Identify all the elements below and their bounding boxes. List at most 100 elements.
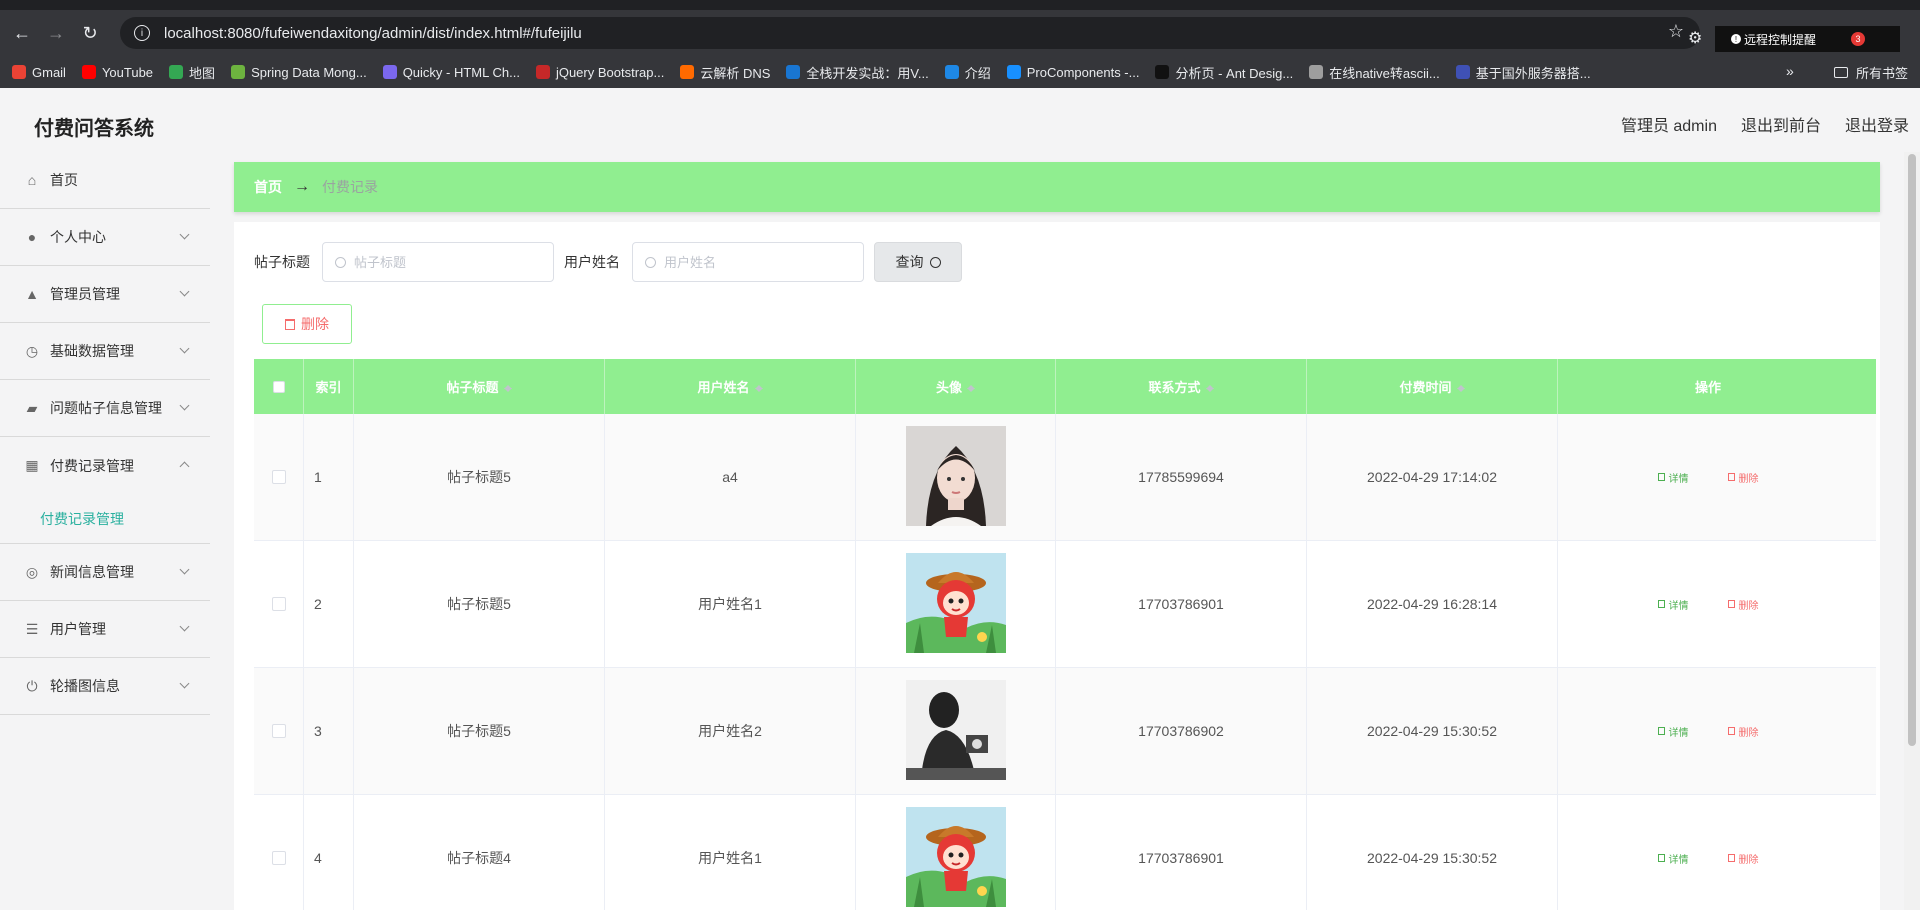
detail-label: 详情: [1668, 600, 1689, 612]
title-cell: 帖子标题5: [354, 541, 605, 667]
sort-icon[interactable]: [754, 381, 763, 393]
col-contact[interactable]: 联系方式: [1056, 359, 1307, 414]
table-row[interactable]: 2 帖子标题5 用户姓名1 17703786901 2022-04-29 16:28:1…: [254, 541, 1876, 668]
table-row[interactable]: 3 帖子标题5 用户姓名2 17703786902 2022-04-29 15:30:5…: [254, 668, 1876, 795]
query-button[interactable]: 查询: [874, 242, 962, 282]
breadcrumb-current: 付费记录: [322, 179, 378, 195]
bookmark-item[interactable]: 云解析 DNS: [680, 63, 770, 82]
chevron-down-icon: [179, 621, 190, 632]
col-username[interactable]: 用户姓名: [605, 359, 856, 414]
table-row[interactable]: 1 帖子标题5 a4 17785599694 2022-04-29 17:14:02 详情…: [254, 414, 1876, 541]
back-icon[interactable]: ←: [10, 21, 34, 45]
row-select-cell: [254, 414, 304, 540]
delete-button[interactable]: 删除: [1713, 460, 1773, 494]
avatar[interactable]: [905, 806, 1006, 910]
col-title[interactable]: 帖子标题: [354, 359, 605, 414]
page-scrollbar[interactable]: [1904, 152, 1920, 910]
sort-icon[interactable]: [503, 381, 512, 393]
sidebar-item-posts[interactable]: ▰ 问题帖子信息管理: [0, 380, 210, 437]
remote-badge: 3: [1851, 32, 1865, 46]
bookmark-item[interactable]: Quicky - HTML Ch...: [382, 63, 520, 82]
bookmark-item[interactable]: 全栈开发实战：用V...: [786, 63, 929, 82]
sidebar-item-label: 付费记录管理: [50, 457, 134, 474]
bookmarks-overflow-icon[interactable]: »: [1786, 63, 1794, 79]
detail-button[interactable]: 详情: [1643, 587, 1703, 621]
bookmark-item[interactable]: jQuery Bootstrap...: [535, 63, 665, 82]
delete-button[interactable]: 删除: [1713, 587, 1773, 621]
sidebar-item-profile[interactable]: ● 个人中心: [0, 209, 210, 266]
row-checkbox[interactable]: [271, 470, 286, 484]
user-search-input[interactable]: [664, 254, 844, 270]
avatar[interactable]: [905, 679, 1006, 783]
bookmark-item[interactable]: Spring Data Mong...: [231, 63, 367, 82]
avatar[interactable]: [905, 552, 1006, 656]
col-avatar[interactable]: 头像: [856, 359, 1056, 414]
remote-control-tip[interactable]: ! 远程控制提醒 3: [1715, 26, 1900, 52]
sort-icon[interactable]: [967, 381, 975, 393]
bookmark-item[interactable]: 地图: [169, 63, 215, 82]
to-front-link[interactable]: 退出到前台: [1741, 112, 1821, 136]
select-all-checkbox[interactable]: [272, 380, 285, 393]
row-select-cell: [254, 541, 304, 667]
main-content: 首页 → 付费记录 帖子标题 用户姓名 查询 删除: [220, 152, 1900, 910]
pay-time-cell: 2022-04-29 15:30:52: [1307, 668, 1558, 794]
sidebar-item-home[interactable]: ⌂ 首页: [0, 152, 210, 209]
sort-icon[interactable]: [1205, 381, 1214, 393]
row-checkbox[interactable]: [271, 851, 286, 865]
bookmark-item[interactable]: ProComponents -...: [1006, 63, 1139, 82]
browser-toolbar: ← → ↻ i localhost:8080/fufeiwendaxitong/…: [0, 10, 1920, 56]
list-icon: ☰: [25, 620, 39, 637]
title-search-field[interactable]: [322, 242, 554, 282]
folder-icon: [1834, 67, 1848, 78]
extension-icon[interactable]: ⚙: [1688, 28, 1702, 48]
clock-icon: ◷: [25, 342, 39, 359]
bookmark-item[interactable]: 在线native转ascii...: [1309, 63, 1440, 82]
table-row[interactable]: 4 帖子标题4 用户姓名1 17703786901 2022-04-29 15:30:5…: [254, 795, 1876, 910]
bookmark-item[interactable]: 介绍: [944, 63, 991, 82]
address-bar[interactable]: i localhost:8080/fufeiwendaxitong/admin/…: [120, 17, 1700, 49]
bookmark-star-icon[interactable]: ☆: [1668, 21, 1684, 42]
sidebar-item-admin[interactable]: ▲ 管理员管理: [0, 266, 210, 323]
url-text[interactable]: localhost:8080/fufeiwendaxitong/admin/di…: [164, 25, 582, 42]
chevron-up-icon: [179, 461, 190, 472]
title-search-input[interactable]: [354, 254, 534, 270]
bookmark-item[interactable]: 基于国外服务器搭...: [1455, 63, 1591, 82]
col-pay-time[interactable]: 付费时间: [1307, 359, 1558, 414]
logout-link[interactable]: 退出登录: [1845, 112, 1909, 136]
sidebar-item-basic-data[interactable]: ◷ 基础数据管理: [0, 323, 210, 380]
col-title-label: 帖子标题: [446, 380, 499, 395]
reload-icon[interactable]: ↻: [78, 21, 102, 45]
scrollbar-thumb[interactable]: [1908, 154, 1916, 746]
username-cell: a4: [605, 414, 856, 540]
row-checkbox[interactable]: [271, 724, 286, 738]
avatar[interactable]: [905, 425, 1006, 529]
sort-icon[interactable]: [1456, 381, 1465, 393]
bookmark-item[interactable]: YouTube: [81, 63, 153, 82]
chevron-down-icon: [179, 400, 190, 411]
breadcrumb-home[interactable]: 首页: [254, 177, 282, 197]
site-info-icon[interactable]: i: [134, 25, 150, 41]
detail-button[interactable]: 详情: [1643, 460, 1703, 494]
bookmark-item[interactable]: Gmail: [12, 63, 66, 82]
sidebar-item-payments[interactable]: ▦ 付费记录管理: [0, 437, 210, 494]
user-search-field[interactable]: [632, 242, 864, 282]
sidebar-item-label: 问题帖子信息管理: [50, 400, 162, 416]
row-checkbox[interactable]: [271, 597, 286, 611]
index-cell: 1: [304, 414, 354, 540]
sidebar-subitem-payments[interactable]: 付费记录管理: [0, 494, 210, 544]
delete-button[interactable]: 删除: [1713, 841, 1773, 875]
bookmark-item[interactable]: 分析页 - Ant Desig...: [1155, 63, 1293, 82]
bookmark-label: jQuery Bootstrap...: [555, 64, 665, 80]
all-bookmarks[interactable]: 所有书签: [1834, 63, 1908, 82]
batch-delete-button[interactable]: 删除: [262, 304, 352, 344]
sidebar-item-users[interactable]: ☰ 用户管理: [0, 601, 210, 658]
detail-button[interactable]: 详情: [1643, 714, 1703, 748]
sidebar-item-carousel[interactable]: ⏻ 轮播图信息: [0, 658, 210, 715]
delete-button[interactable]: 删除: [1713, 714, 1773, 748]
detail-button[interactable]: 详情: [1643, 841, 1703, 875]
forward-icon[interactable]: →: [44, 21, 68, 45]
contact-cell: 17703786902: [1056, 668, 1307, 794]
user-icon: ●: [27, 229, 37, 245]
sidebar-item-news[interactable]: ◎ 新闻信息管理: [0, 544, 210, 601]
bookmark-label: 在线native转ascii...: [1329, 65, 1440, 81]
